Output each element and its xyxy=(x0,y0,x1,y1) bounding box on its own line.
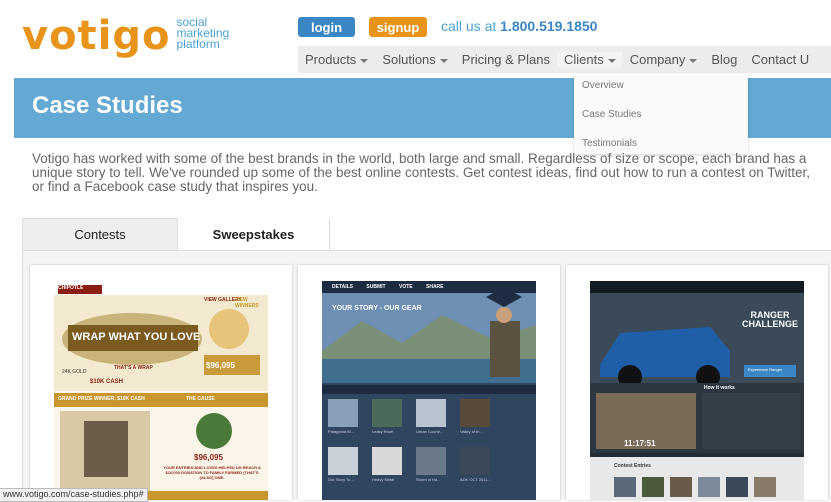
logo-wordmark: votigo xyxy=(22,13,171,59)
photo-caption: Urban Countr... xyxy=(416,429,444,434)
the-cause-label: THE CAUSE xyxy=(186,396,215,402)
gear-nav-details[interactable]: DETAILS xyxy=(332,284,353,290)
experience-ranger-button[interactable]: Experience Ranger xyxy=(748,367,782,372)
signup-button[interactable]: signup xyxy=(369,17,427,37)
nav-products[interactable]: Products xyxy=(298,52,375,67)
chevron-down-icon xyxy=(689,58,698,63)
view-winners-link[interactable]: VIEW WINNERS xyxy=(235,297,268,309)
amount-label: $96,095 xyxy=(206,361,235,370)
case-study-card[interactable]: DETAILS SUBMIT VOTE SHARE YOUR STORY - O… xyxy=(298,265,560,500)
gear-nav-submit[interactable]: SUBMIT xyxy=(366,284,385,290)
countdown-time: 11:17:51 xyxy=(624,439,656,448)
page-title: Case Studies xyxy=(32,92,183,119)
grand-prize-label: GRAND PRIZE WINNER: $10K CASH xyxy=(58,396,145,402)
case-study-card[interactable]: RANGER CHALLENGE Experience Ranger How i… xyxy=(566,265,828,500)
clients-dropdown-menu: Overview Case Studies Testimonials xyxy=(574,74,748,154)
gear-nav-vote[interactable]: VOTE xyxy=(399,284,413,290)
tab-contests[interactable]: Contests xyxy=(22,218,178,250)
photo-caption: Leaky Roof! xyxy=(372,429,394,434)
tab-sweepstakes[interactable]: Sweepstakes xyxy=(178,218,330,250)
how-it-works: How it works xyxy=(704,385,735,391)
photo-caption: Heavy Metal xyxy=(372,477,395,482)
menu-item-case-studies[interactable]: Case Studies xyxy=(582,109,641,120)
chevron-down-icon xyxy=(439,58,448,63)
logo-tagline: social marketing platform xyxy=(176,15,230,51)
login-button[interactable]: login xyxy=(298,17,355,37)
call-us: call us at 1.800.519.1850 xyxy=(441,18,598,34)
wrap-headline: WRAP WHAT YOU LOVE xyxy=(72,331,201,343)
chipotle-logo: CHIPOTLE xyxy=(58,285,84,291)
gold-label: 24K GOLD xyxy=(62,369,87,375)
cause-amount: $96,095 xyxy=(194,453,223,462)
main-nav: Products Solutions Pricing & Plans Clien… xyxy=(298,46,831,73)
case-study-card[interactable]: CHIPOTLE VIEW GALLERY VIEW WINNERS WRAP … xyxy=(30,265,292,500)
cash-label: $10K CASH xyxy=(90,379,124,385)
gear-headline: YOUR STORY - OUR GEAR xyxy=(332,305,422,312)
gear-thumb-art xyxy=(322,281,536,500)
case-study-tabs: Contests Sweepstakes xyxy=(22,218,831,251)
gear-case-thumbnail[interactable]: DETAILS SUBMIT VOTE SHARE YOUR STORY - O… xyxy=(322,281,536,500)
ranger-case-thumbnail[interactable]: RANGER CHALLENGE Experience Ranger How i… xyxy=(590,281,804,500)
nav-blog[interactable]: Blog xyxy=(704,52,744,67)
chevron-down-icon xyxy=(360,58,369,63)
chipotle-case-thumbnail[interactable]: CHIPOTLE VIEW GALLERY VIEW WINNERS WRAP … xyxy=(54,281,268,500)
photo-caption: ADK OCT 2011... xyxy=(460,477,491,482)
phone-number[interactable]: 1.800.519.1850 xyxy=(500,18,597,34)
nav-pricing[interactable]: Pricing & Plans xyxy=(455,52,557,67)
votigo-logo[interactable]: votigo social marketing platform xyxy=(22,16,229,56)
photo-caption: Our Story To... xyxy=(328,477,354,482)
nav-contact[interactable]: Contact U xyxy=(744,52,816,67)
site-header: votigo social marketing platform login s… xyxy=(0,0,831,78)
gear-nav-share[interactable]: SHARE xyxy=(426,284,444,290)
gear-nav: DETAILS SUBMIT VOTE SHARE xyxy=(332,284,444,290)
photo-caption: Valley of th... xyxy=(460,429,483,434)
chevron-down-icon xyxy=(607,58,616,63)
ranger-title: RANGER CHALLENGE xyxy=(742,310,798,329)
nav-clients[interactable]: Clients xyxy=(556,52,623,67)
nav-company[interactable]: Company xyxy=(623,52,705,67)
cause-text: YOUR ENTRIES AND LOVES HELPED US REACH A… xyxy=(163,465,261,480)
menu-item-overview[interactable]: Overview xyxy=(582,80,624,91)
intro-text: Votigo has worked with some of the best … xyxy=(32,151,811,194)
photo-caption: Patagonia W... xyxy=(328,429,355,434)
thats-a-wrap: THAT'S A WRAP xyxy=(114,365,153,371)
menu-item-testimonials[interactable]: Testimonials xyxy=(582,138,637,149)
contest-entries-title: Contest Entries xyxy=(614,463,651,469)
photo-caption: Storm in Ha... xyxy=(416,477,441,482)
nav-solutions[interactable]: Solutions xyxy=(375,52,454,67)
